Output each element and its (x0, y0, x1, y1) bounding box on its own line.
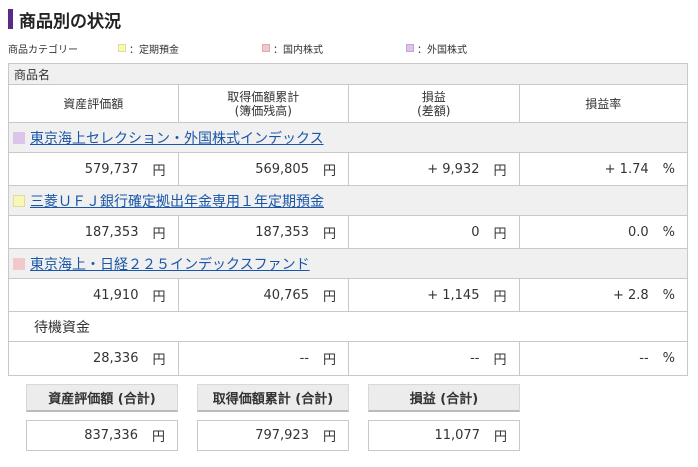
table-row: 187,353 円 187,353 円 0円 0.0% (9, 216, 687, 249)
total-profit-loss: 11,077 (434, 428, 480, 443)
profit-loss: -- (470, 351, 480, 366)
total-asset-value-box: 資産評価額 (合計) 837,336 円 (26, 384, 178, 451)
table-row: 41,910 円 40,765 円 + 1,145 円 + 2.8% (9, 279, 687, 312)
acquisition-cost: 187,353 (255, 224, 309, 240)
total-cost-label: 取得価額累計 (合計) (197, 384, 349, 412)
title-accent-bar (8, 9, 13, 29)
product-link-nikkei225[interactable]: 東京海上・日経２２５インデックスファンド (30, 254, 310, 274)
product-name-row: 東京海上・日経２２５インデックスファンド (9, 249, 687, 279)
asset-value: 579,737 (84, 161, 139, 177)
header-acquisition-cost: 取得価額累計 (簿価残高) (179, 85, 349, 122)
foreign-stock-swatch-icon (406, 44, 414, 52)
profit-rate: -- (639, 351, 649, 366)
foreign-stock-swatch-icon (13, 131, 25, 144)
legend-label: 商品カテゴリー (8, 44, 78, 56)
acquisition-cost: -- (299, 351, 309, 366)
total-asset-value: 837,336 (84, 428, 138, 443)
domestic-stock-swatch-icon (262, 44, 270, 52)
table-row: 28,336 円 -- 円 -- 円 --% (9, 342, 687, 375)
time-deposit-swatch-icon (118, 44, 126, 52)
total-profit-loss-box: 損益 (合計) 11,077 円 (368, 384, 520, 451)
section-title: 商品別の状況 (8, 8, 121, 32)
total-cost: 797,923 (255, 428, 309, 443)
asset-value: 41,910 (92, 287, 139, 303)
page-title: 商品別の状況 (19, 11, 121, 32)
header-profit-rate: 損益率 (585, 96, 622, 111)
profit-rate: + 1.74 (604, 161, 649, 177)
acquisition-cost: 40,765 (263, 287, 309, 303)
waiting-funds-row: 待機資金 (9, 312, 687, 342)
product-name-row: 三菱ＵＦＪ銀行確定拠出年金専用１年定期預金 (9, 186, 687, 216)
product-name-row: 東京海上セレクション・外国株式インデックス (9, 123, 687, 153)
legend-item-time-deposit: ：定期預金 (118, 41, 179, 56)
category-legend: 商品カテゴリー ：定期預金 ：国内株式 ：外国株式 (8, 41, 698, 56)
product-link-time-deposit[interactable]: 三菱ＵＦＪ銀行確定拠出年金専用１年定期預金 (30, 191, 324, 211)
waiting-funds-label: 待機資金 (34, 319, 90, 336)
profit-loss: 0 (471, 224, 480, 240)
product-table: 商品名 資産評価額 取得価額累計 (簿価残高) 損益 (差額) 損益率 東京海上セレ… (8, 63, 688, 376)
total-asset-value-label: 資産評価額 (合計) (26, 384, 178, 412)
acquisition-cost: 569,805 (255, 161, 309, 177)
profit-rate: + 2.8 (612, 287, 649, 303)
total-cost-box: 取得価額累計 (合計) 797,923 円 (197, 384, 349, 451)
time-deposit-swatch-icon (13, 194, 25, 207)
profit-rate: 0.0 (627, 224, 649, 240)
domestic-stock-swatch-icon (13, 257, 25, 270)
product-link-foreign-index[interactable]: 東京海上セレクション・外国株式インデックス (30, 128, 324, 148)
asset-value: 28,336 (92, 351, 139, 366)
total-profit-loss-label: 損益 (合計) (368, 384, 520, 412)
product-name-header: 商品名 (9, 64, 687, 85)
column-header-row: 資産評価額 取得価額累計 (簿価残高) 損益 (差額) 損益率 (9, 85, 687, 123)
asset-value: 187,353 (84, 224, 139, 240)
legend-item-foreign-stock: ：外国株式 (406, 41, 467, 56)
header-asset-value: 資産評価額 (9, 85, 179, 122)
legend-item-domestic-stock: ：国内株式 (262, 41, 323, 56)
header-profit-loss: 損益 (差額) (349, 85, 520, 122)
table-row: 579,737 円 569,805 円 + 9,932 円 + 1.74% (9, 153, 687, 186)
profit-loss: + 1,145 (427, 287, 480, 303)
profit-loss: + 9,932 (427, 161, 480, 177)
